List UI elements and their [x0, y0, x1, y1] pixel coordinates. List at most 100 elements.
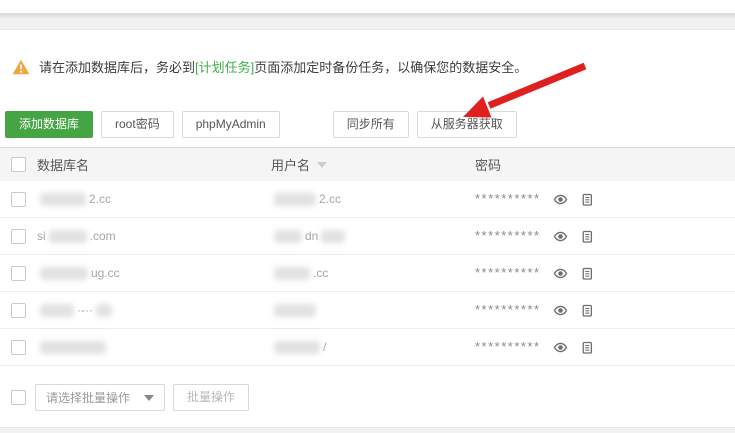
- username-cell: dn: [271, 229, 475, 243]
- redacted-text-fragment: ug.cc: [91, 266, 120, 280]
- select-all-checkbox[interactable]: [11, 157, 26, 172]
- blur-redaction: [40, 341, 106, 354]
- blur-redaction: [96, 304, 112, 317]
- toolbar: 添加数据库 root密码 phpMyAdmin 同步所有 从服务器获取: [5, 111, 525, 138]
- redacted-text-fragment: 2.cc: [89, 192, 111, 206]
- row-checkbox[interactable]: [11, 266, 26, 281]
- blur-redaction: [49, 230, 87, 243]
- copy-password-button[interactable]: [580, 266, 594, 281]
- masked-password: **********: [475, 342, 541, 352]
- masked-password: **********: [475, 231, 541, 241]
- row-checkbox-cell: [0, 303, 26, 318]
- database-name-cell: ·-··: [26, 303, 271, 317]
- database-name-cell: si .com: [26, 229, 271, 243]
- table-body: 2.cc2.cc**********si.comdn**********ug.c…: [0, 181, 735, 366]
- copy-password-button[interactable]: [580, 303, 594, 318]
- database-name-cell: ug.cc: [26, 266, 271, 280]
- redacted-text-fragment: .com: [90, 229, 116, 243]
- username-cell: .cc: [271, 266, 475, 280]
- row-checkbox-cell: [0, 340, 26, 355]
- password-cell: **********: [475, 266, 735, 281]
- clipboard-copy-icon: [580, 303, 594, 318]
- show-password-eye-button[interactable]: [553, 192, 568, 207]
- bulk-action-select-placeholder: 请选择批量操作: [46, 389, 130, 406]
- database-name-cell: [26, 341, 271, 354]
- row-checkbox[interactable]: [11, 340, 26, 355]
- bulk-actions-bar: 请选择批量操作 批量操作: [11, 384, 257, 411]
- show-password-eye-button[interactable]: [553, 266, 568, 281]
- eye-icon: [553, 303, 568, 318]
- row-checkbox[interactable]: [11, 192, 26, 207]
- header-username-label: 用户名: [271, 155, 310, 174]
- notice-link-scheduled-tasks[interactable]: [计划任务]: [195, 60, 254, 75]
- blur-redaction: [274, 230, 302, 243]
- fetch-from-server-button[interactable]: 从服务器获取: [417, 111, 517, 138]
- header-password: 密码: [475, 155, 735, 174]
- notice-text: 请在添加数据库后，务必到[计划任务]页面添加定时备份任务，以确保您的数据安全。: [39, 57, 527, 76]
- chevron-down-icon: [144, 395, 154, 401]
- database-table: 数据库名 用户名 密码 2.cc2.cc**********si.comdn**…: [0, 147, 735, 366]
- blur-redaction: [274, 267, 310, 280]
- username-cell: 2.cc: [271, 192, 475, 206]
- blur-redaction: [274, 341, 320, 354]
- copy-password-button[interactable]: [580, 192, 594, 207]
- password-cell: **********: [475, 229, 735, 244]
- phpmyadmin-button[interactable]: phpMyAdmin: [182, 111, 280, 138]
- copy-password-button[interactable]: [580, 340, 594, 355]
- database-name-cell: 2.cc: [26, 192, 271, 206]
- table-row: ·-·· **********: [0, 292, 735, 329]
- notice-bar: 请在添加数据库后，务必到[计划任务]页面添加定时备份任务，以确保您的数据安全。: [12, 57, 725, 76]
- header-username[interactable]: 用户名: [271, 155, 475, 174]
- bulk-select-all-checkbox[interactable]: [11, 390, 26, 405]
- username-cell: [271, 304, 475, 317]
- header-checkbox-cell: [0, 157, 26, 172]
- blur-redaction: [321, 230, 345, 243]
- row-checkbox[interactable]: [11, 229, 26, 244]
- row-checkbox[interactable]: [11, 303, 26, 318]
- show-password-eye-button[interactable]: [553, 229, 568, 244]
- redacted-text-fragment: ·-··: [77, 303, 93, 317]
- eye-icon: [553, 340, 568, 355]
- blur-redaction: [274, 193, 316, 206]
- password-cell: **********: [475, 340, 735, 355]
- eye-icon: [553, 266, 568, 281]
- bulk-apply-button[interactable]: 批量操作: [173, 384, 249, 411]
- blur-redaction: [40, 304, 74, 317]
- bulk-action-select[interactable]: 请选择批量操作: [35, 384, 165, 411]
- table-row: si .com dn**********: [0, 218, 735, 255]
- sort-chevron-down-icon: [317, 162, 327, 168]
- bottom-page-band: [0, 427, 735, 433]
- redacted-text-fragment: si: [37, 229, 46, 243]
- notice-text-before: 请在添加数据库后，务必到: [39, 60, 195, 75]
- root-password-button[interactable]: root密码: [101, 111, 174, 138]
- table-header-row: 数据库名 用户名 密码: [0, 147, 735, 181]
- password-cell: **********: [475, 303, 735, 318]
- table-row: ug.cc .cc **********: [0, 255, 735, 292]
- sync-all-button[interactable]: 同步所有: [333, 111, 409, 138]
- eye-icon: [553, 229, 568, 244]
- password-cell: **********: [475, 192, 735, 207]
- redacted-text-fragment: .cc: [313, 266, 328, 280]
- row-checkbox-cell: [0, 266, 26, 281]
- copy-password-button[interactable]: [580, 229, 594, 244]
- clipboard-copy-icon: [580, 266, 594, 281]
- warning-triangle-icon: [12, 59, 30, 75]
- clipboard-copy-icon: [580, 192, 594, 207]
- redacted-text-fragment: /: [323, 340, 326, 354]
- show-password-eye-button[interactable]: [553, 340, 568, 355]
- top-divider-band: [0, 13, 735, 30]
- username-cell: /: [271, 340, 475, 354]
- masked-password: **********: [475, 194, 541, 204]
- add-database-button[interactable]: 添加数据库: [5, 111, 93, 138]
- blur-redaction: [40, 193, 86, 206]
- header-database-name-label: 数据库名: [37, 155, 89, 174]
- blur-redaction: [274, 304, 316, 317]
- blur-redaction: [40, 267, 88, 280]
- clipboard-copy-icon: [580, 340, 594, 355]
- eye-icon: [553, 192, 568, 207]
- masked-password: **********: [475, 268, 541, 278]
- notice-text-after: 页面添加定时备份任务，以确保您的数据安全。: [254, 60, 527, 75]
- masked-password: **********: [475, 305, 541, 315]
- row-checkbox-cell: [0, 229, 26, 244]
- show-password-eye-button[interactable]: [553, 303, 568, 318]
